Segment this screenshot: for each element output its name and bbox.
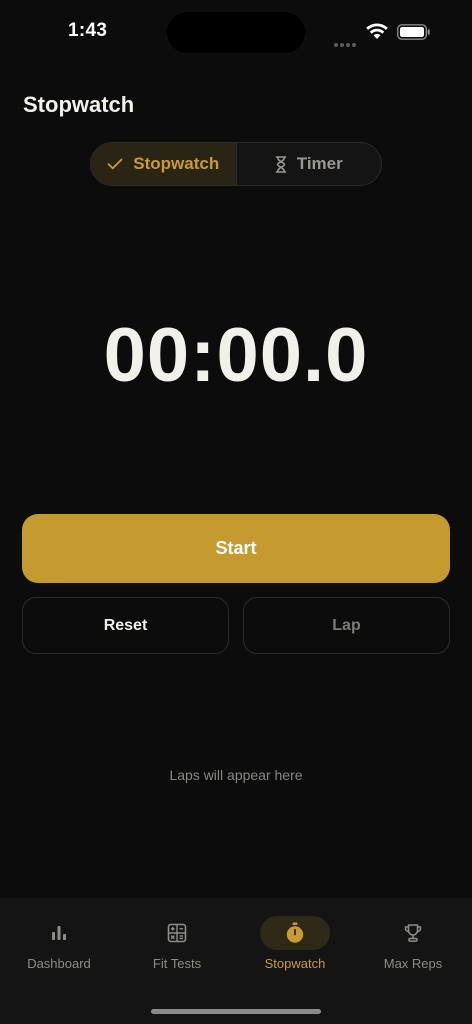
segment-timer-label: Timer: [296, 154, 343, 173]
tab-fit-tests[interactable]: Fit Tests: [118, 916, 236, 976]
start-button[interactable]: Start: [22, 514, 450, 583]
trophy-icon: [404, 924, 422, 942]
hourglass-icon: [275, 155, 286, 173]
reset-button[interactable]: Reset: [22, 597, 229, 654]
tab-stopwatch-label: Stopwatch: [264, 956, 326, 971]
checkmark-icon: [107, 158, 123, 170]
mode-segmented-control: Stopwatch Timer: [90, 142, 382, 186]
tab-dashboard-label: Dashboard: [27, 956, 91, 971]
tab-bar: Dashboard Fit Tests Stopwatch Max Reps: [0, 898, 472, 1024]
bar-chart-icon: [52, 926, 66, 940]
elapsed-time-display: 00:00.0: [103, 313, 369, 398]
tab-dashboard[interactable]: Dashboard: [0, 916, 118, 976]
lap-button[interactable]: Lap: [243, 597, 450, 654]
home-indicator[interactable]: [151, 1009, 321, 1014]
cellular-signal-icon: [334, 34, 360, 47]
stopwatch-icon: [286, 922, 304, 943]
page-title: Stopwatch: [23, 92, 135, 117]
calculator-icon: [167, 923, 187, 943]
tab-stopwatch[interactable]: Stopwatch: [236, 916, 354, 976]
status-bar: 1:43: [0, 0, 472, 64]
segment-stopwatch[interactable]: Stopwatch: [91, 143, 237, 185]
segment-timer[interactable]: Timer: [237, 143, 382, 185]
tab-fit-tests-label: Fit Tests: [152, 956, 202, 971]
tab-max-reps[interactable]: Max Reps: [354, 916, 472, 976]
status-time: 1:43: [68, 20, 108, 41]
battery-icon: [397, 24, 430, 40]
dynamic-island: [167, 12, 305, 53]
tab-max-reps-label: Max Reps: [383, 956, 443, 971]
segment-stopwatch-label: Stopwatch: [133, 154, 220, 173]
wifi-icon: [366, 23, 388, 39]
laps-empty-state: Laps will appear here: [169, 767, 303, 783]
